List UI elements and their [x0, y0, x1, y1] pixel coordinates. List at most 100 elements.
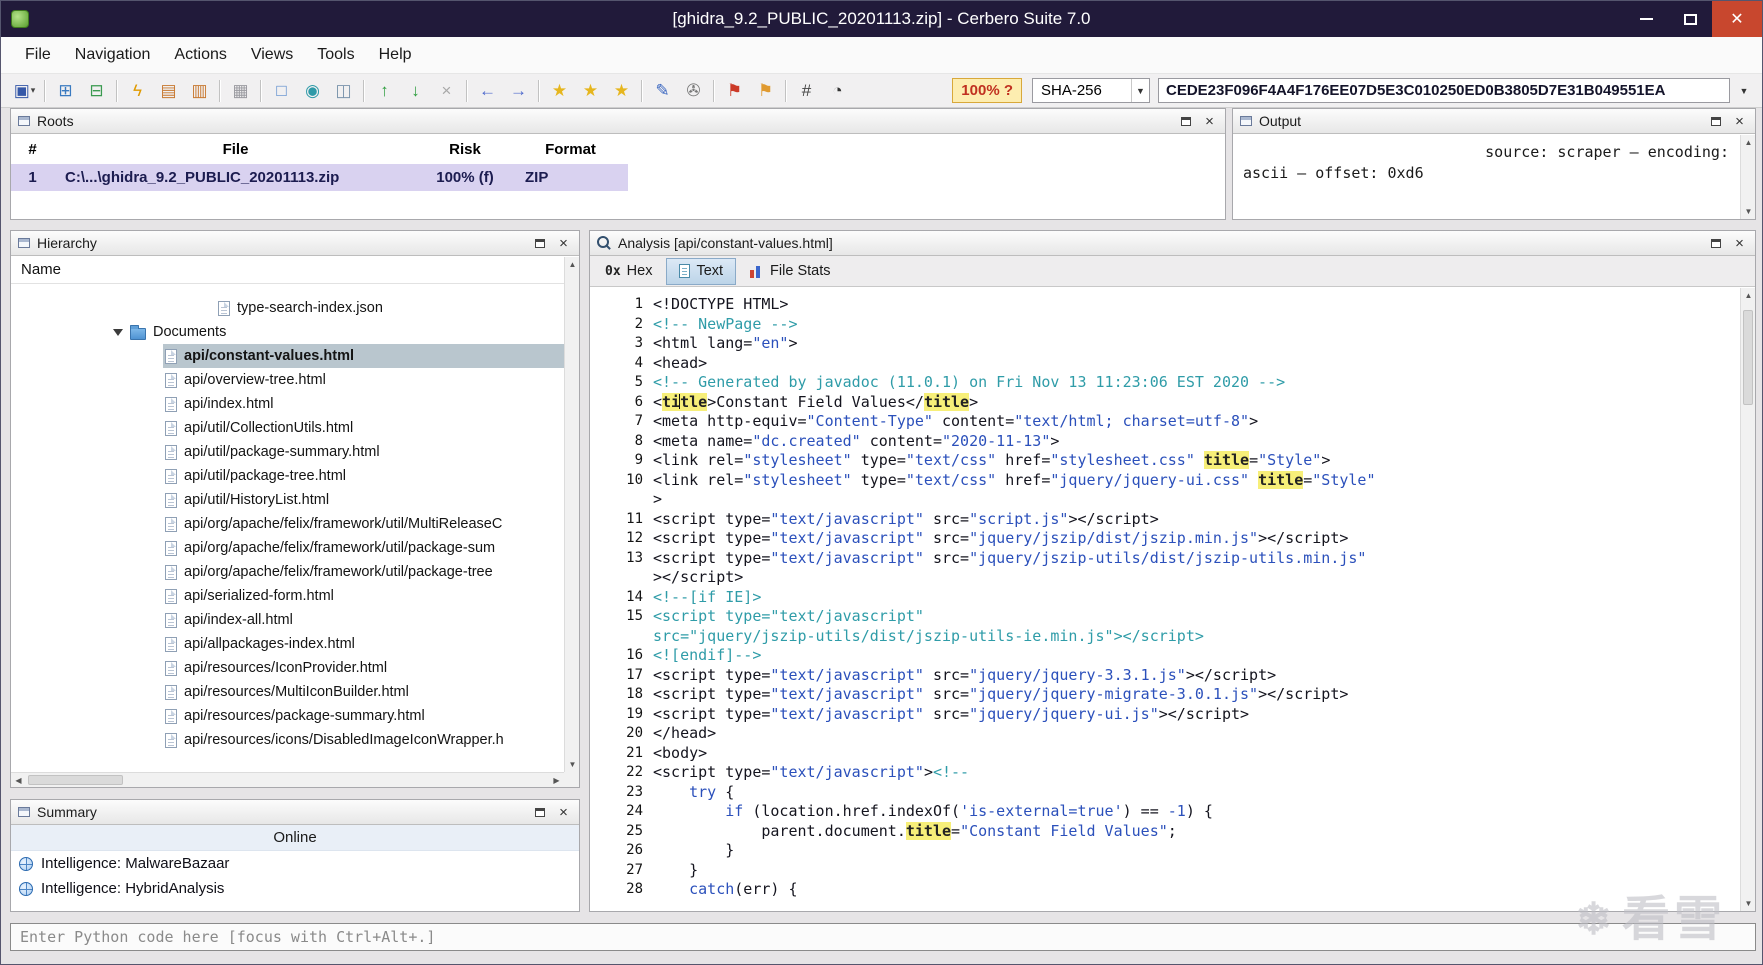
tree-item[interactable]: api/allpackages-index.html	[11, 632, 564, 656]
code-line[interactable]: 12 <script type="text/javascript" src="jq…	[591, 529, 1739, 549]
minimize-button[interactable]	[1624, 1, 1668, 37]
entropy-icon[interactable]: #	[791, 77, 822, 104]
roots-column-risk[interactable]: Risk	[417, 141, 513, 158]
scroll-down-icon[interactable]: ▼	[1741, 204, 1756, 219]
scrollbar-thumb[interactable]	[1743, 310, 1753, 405]
forward-icon[interactable]: →	[503, 77, 534, 104]
tree-item[interactable]: api/serialized-form.html	[11, 584, 564, 608]
scroll-down-icon[interactable]: ▼	[565, 757, 580, 772]
menu-views[interactable]: Views	[239, 46, 305, 64]
export-workspace-icon[interactable]: ⊞	[50, 77, 81, 104]
toolbar-overflow-button[interactable]: ▼	[1734, 78, 1754, 103]
tree-item[interactable]: api/org/apache/felix/framework/util/Mult…	[11, 512, 564, 536]
tree-horizontal-scrollbar[interactable]: ◀ ▶	[11, 772, 564, 787]
import-workspace-icon[interactable]: ⊟	[81, 77, 112, 104]
code-line[interactable]: 20 </head>	[591, 724, 1739, 744]
select-block-icon[interactable]: ◫	[328, 77, 359, 104]
code-line[interactable]: 27 }	[591, 861, 1739, 881]
find-next-icon[interactable]: ↓	[400, 77, 431, 104]
menu-help[interactable]: Help	[367, 46, 424, 64]
tree-item[interactable]: api/util/HistoryList.html	[11, 488, 564, 512]
paste-icon[interactable]: ▦	[225, 77, 256, 104]
tree-item[interactable]: api/overview-tree.html	[11, 368, 564, 392]
copy-special-icon[interactable]: ▥	[184, 77, 215, 104]
float-panel-button[interactable]	[531, 804, 548, 820]
float-panel-button[interactable]	[1707, 235, 1724, 251]
scroll-up-icon[interactable]: ▲	[565, 257, 580, 272]
tree-item[interactable]: api/util/package-summary.html	[11, 440, 564, 464]
tree-column-header[interactable]: Name	[11, 256, 579, 284]
format-flag-icon[interactable]: ⚑	[750, 77, 781, 104]
expander-icon[interactable]	[113, 328, 123, 336]
float-panel-button[interactable]	[1707, 113, 1724, 129]
scroll-up-icon[interactable]: ▲	[1741, 135, 1756, 150]
hash-value-field[interactable]: CEDE23F096F4A4F176EE07D5E3C010250ED0B380…	[1158, 78, 1730, 103]
intelligence-item[interactable]: Intelligence: MalwareBazaar	[11, 851, 579, 876]
code-line[interactable]: 22 <script type="text/javascript"><!--	[591, 763, 1739, 783]
code-line[interactable]: 3 <html lang="en">	[591, 334, 1739, 354]
add-bookmark-icon[interactable]: ★	[575, 77, 606, 104]
tree-item[interactable]: api/util/package-tree.html	[11, 464, 564, 488]
tree-item[interactable]: type-search-index.json	[11, 296, 564, 320]
attachments-icon[interactable]: ✇	[678, 77, 709, 104]
code-line[interactable]: 19 <script type="text/javascript" src="jq…	[591, 705, 1739, 725]
code-line[interactable]: 5 <!-- Generated by javadoc (11.0.1) on F…	[591, 373, 1739, 393]
tree-item[interactable]: api/index-all.html	[11, 608, 564, 632]
close-panel-button[interactable]: ×	[1201, 113, 1218, 129]
code-line[interactable]: 11 <script type="text/javascript" src="sc…	[591, 510, 1739, 530]
code-line[interactable]: 17 <script type="text/javascript" src="jq…	[591, 666, 1739, 686]
code-line[interactable]: 15 <script type="text/javascript"	[591, 607, 1739, 627]
back-icon[interactable]: ←	[472, 77, 503, 104]
tree-item[interactable]: api/resources/MultiIconBuilder.html	[11, 680, 564, 704]
code-line[interactable]: 1 <!DOCTYPE HTML>	[591, 295, 1739, 315]
select-range-icon[interactable]: □	[266, 77, 297, 104]
code-line[interactable]: 4 <head>	[591, 354, 1739, 374]
menu-actions[interactable]: Actions	[162, 46, 238, 64]
clear-results-icon[interactable]: ×	[431, 77, 462, 104]
code-line[interactable]: 18 <script type="text/javascript" src="jq…	[591, 685, 1739, 705]
tree-item[interactable]: api/resources/package-summary.html	[11, 704, 564, 728]
code-line[interactable]: 10 <link rel="stylesheet" type="text/css"…	[591, 470, 1739, 491]
tab-hex[interactable]: 0x Hex	[593, 258, 664, 285]
code-line[interactable]: 28 catch(err) {	[591, 880, 1739, 900]
scroll-right-icon[interactable]: ▶	[549, 773, 564, 788]
code-line[interactable]: 24 if (location.href.indexOf('is-externa…	[591, 802, 1739, 822]
maximize-button[interactable]	[1668, 1, 1712, 37]
menu-tools[interactable]: Tools	[305, 46, 366, 64]
tree-vertical-scrollbar[interactable]: ▲ ▼	[564, 257, 579, 772]
hash-algorithm-select[interactable]: SHA-256 ▼	[1032, 78, 1150, 103]
intelligence-item[interactable]: Intelligence: HybridAnalysis	[11, 876, 579, 901]
tree-item[interactable]: api/index.html	[11, 392, 564, 416]
roots-column-format[interactable]: Format	[513, 141, 628, 158]
edit-search-icon[interactable]: ✎	[647, 77, 678, 104]
close-panel-button[interactable]: ×	[555, 235, 572, 251]
code-line[interactable]: 21 <body>	[591, 744, 1739, 764]
report-flag-icon[interactable]: ⚑	[719, 77, 750, 104]
close-panel-button[interactable]: ×	[1731, 235, 1748, 251]
float-panel-button[interactable]	[1177, 113, 1194, 129]
code-line[interactable]: 14 <!--[if IE]>	[591, 588, 1739, 608]
tree-item[interactable]: api/org/apache/felix/framework/util/pack…	[11, 536, 564, 560]
tree-item[interactable]: Documents	[11, 320, 564, 344]
scroll-left-icon[interactable]: ◀	[11, 773, 26, 788]
tree-item[interactable]: api/util/CollectionUtils.html	[11, 416, 564, 440]
output-scrollbar[interactable]: ▲ ▼	[1740, 135, 1755, 219]
scan-icon[interactable]: ϟ	[122, 77, 153, 104]
code-line[interactable]: 13 <script type="text/javascript" src="jq…	[591, 549, 1739, 569]
code-line[interactable]: ></script>	[591, 568, 1739, 588]
tab-stats[interactable]: File Stats	[738, 258, 842, 285]
code-scrollbar[interactable]: ▲ ▼	[1740, 288, 1755, 911]
code-line[interactable]: 23 try {	[591, 783, 1739, 803]
history-icon[interactable]: ◔	[822, 77, 853, 104]
bookmark-list-icon[interactable]: ★	[606, 77, 637, 104]
extract-files-icon[interactable]: ▤	[153, 77, 184, 104]
python-input[interactable]: Enter Python code here [focus with Ctrl+…	[10, 923, 1756, 951]
float-panel-button[interactable]	[531, 235, 548, 251]
code-line[interactable]: 26 }	[591, 841, 1739, 861]
code-line[interactable]: 8 <meta name="dc.created" content="2020-1…	[591, 432, 1739, 452]
menu-navigation[interactable]: Navigation	[63, 46, 163, 64]
code-line[interactable]: 25 parent.document.title="Constant Field…	[591, 821, 1739, 842]
save-icon[interactable]: ▣ ▾	[9, 77, 40, 104]
roots-row[interactable]: 1 C:\...\ghidra_9.2_PUBLIC_20201113.zip 10…	[11, 164, 628, 191]
find-previous-icon[interactable]: ↑	[369, 77, 400, 104]
